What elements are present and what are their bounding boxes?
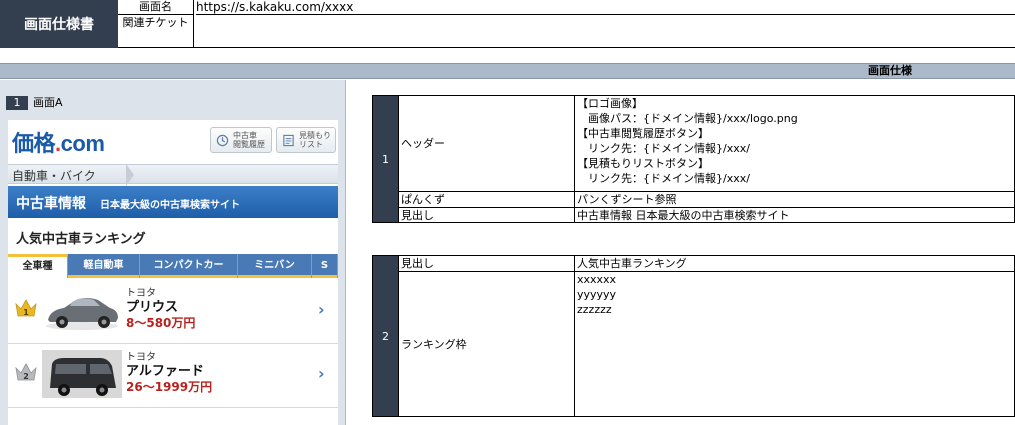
history-button[interactable]: 中古車 閲覧履歴 xyxy=(210,127,272,153)
history-button-label: 中古車 閲覧履歴 xyxy=(233,131,265,149)
spec-value[interactable]: 中古車情報 日本最大級の中古車検索サイト xyxy=(574,207,1015,223)
ticket-label: 関連チケット xyxy=(118,15,194,48)
mock-logo[interactable]: 価格.com xyxy=(12,126,105,158)
car-model: アルファード xyxy=(126,364,204,379)
tab-all[interactable]: 全車種 xyxy=(8,254,68,278)
clock-icon xyxy=(216,134,229,147)
spec-value[interactable]: 人気中古車ランキング xyxy=(574,255,1015,272)
spec-value[interactable]: xxxxxx yyyyyy zzzzzz xyxy=(574,271,1015,417)
chevron-right-icon: › xyxy=(318,300,325,319)
logo-main: 価格 xyxy=(12,131,56,156)
tab-kei[interactable]: 軽自動車 xyxy=(68,254,140,278)
site-heading: 中古車情報 日本最大級の中古車検索サイト xyxy=(8,186,338,218)
car-price: 8～580万円 xyxy=(126,316,196,330)
spec-label[interactable]: 見出し xyxy=(398,255,575,272)
spec-label[interactable]: ランキング枠 xyxy=(398,271,575,417)
spec-number: 2 xyxy=(372,255,399,417)
logo-com: com xyxy=(60,131,105,156)
spec-value[interactable]: 【ロゴ画像】 画像パス：{ドメイン情報}/xxx/logo.png 【中古車閲覧… xyxy=(574,95,1015,192)
screen-name: 画面A xyxy=(33,96,63,109)
spec-value[interactable]: パンくずシート参照 xyxy=(574,191,1015,208)
spec-label[interactable]: 見出し xyxy=(398,207,575,223)
spec-number: 1 xyxy=(372,95,399,223)
tab-compact[interactable]: コンパクトカー xyxy=(140,254,238,278)
screen-name-value[interactable]: https://s.kakaku.com/xxxx xyxy=(196,0,1015,15)
car-model: プリウス xyxy=(126,300,179,315)
category-tabs: 全車種 軽自動車 コンパクトカー ミニバン S xyxy=(8,254,338,278)
ranking-item[interactable]: 2 トヨタ アルファード 26～1999万円 › xyxy=(8,346,338,408)
breadcrumb-arrow-icon xyxy=(126,164,134,186)
gold-crown-icon: 1 xyxy=(15,299,37,317)
screen-panel: 1 画面A 価格.com 中古車 閲覧履歴 見積もり リスト 自動車・バイク 中… xyxy=(0,80,346,425)
tab-suv[interactable]: S xyxy=(312,254,338,278)
spec-label[interactable]: ぱんくず xyxy=(398,191,575,208)
site-heading-sub: 日本最大級の中古車検索サイト xyxy=(100,200,240,211)
list-icon xyxy=(283,134,294,147)
estimate-button-label: 見積もり リスト xyxy=(299,131,331,149)
chevron-right-icon: › xyxy=(318,364,325,383)
silver-crown-icon: 2 xyxy=(15,363,37,381)
mock-header: 価格.com 中古車 閲覧履歴 見積もり リスト xyxy=(8,120,338,158)
ranking-title: 人気中古車ランキング xyxy=(16,232,146,247)
car-price: 26～1999万円 xyxy=(126,380,213,394)
screen-name-label: 画面名 xyxy=(118,0,194,15)
rank-number: 2 xyxy=(23,372,29,381)
screen-number: 1 xyxy=(6,96,28,110)
breadcrumb-item[interactable]: 自動車・バイク xyxy=(12,167,96,184)
car-image xyxy=(46,298,118,330)
screen-mockup: 価格.com 中古車 閲覧履歴 見積もり リスト 自動車・バイク 中古車情報 日… xyxy=(8,120,338,425)
section-bar: 画面仕様 xyxy=(0,63,1015,79)
estimate-list-button[interactable]: 見積もり リスト xyxy=(276,127,336,153)
document-title: 画面仕様書 xyxy=(0,0,118,48)
spec-label[interactable]: ヘッダー xyxy=(398,95,575,192)
document-header: 画面仕様書 画面名 https://s.kakaku.com/xxxx 関連チケ… xyxy=(0,0,1015,48)
ranking-item[interactable]: 1 トヨタ プリウス 8～580万円 › xyxy=(8,282,338,344)
car-image xyxy=(42,350,122,398)
section-title: 画面仕様 xyxy=(868,64,912,77)
breadcrumb[interactable]: 自動車・バイク xyxy=(8,164,338,186)
site-heading-main: 中古車情報 xyxy=(16,196,86,212)
rank-number: 1 xyxy=(23,308,29,317)
tab-minivan[interactable]: ミニバン xyxy=(238,254,312,278)
